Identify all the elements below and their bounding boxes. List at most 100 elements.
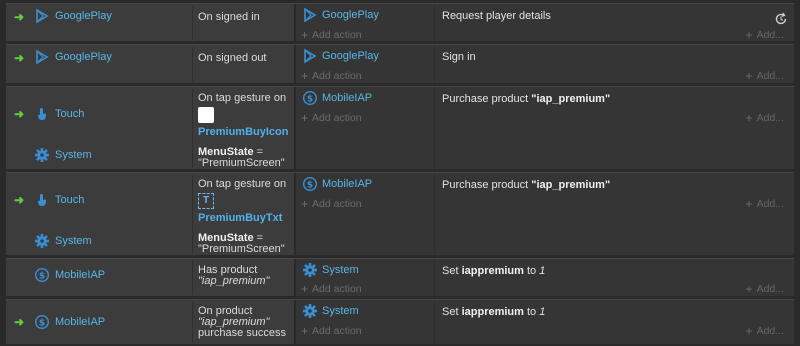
svg-text:$: $ <box>307 95 313 105</box>
condition-target-object[interactable]: PremiumBuyIcon <box>198 126 288 138</box>
condition-object-name: System <box>55 235 92 247</box>
event-block-3[interactable]: ➜ Touch System On tap gesture on Premium… <box>6 86 794 169</box>
event-block-5[interactable]: $ MobileIAP Has product "iap_premium" Sy… <box>6 258 794 296</box>
action-object-system[interactable]: System <box>302 263 434 277</box>
action-object-system[interactable]: System <box>302 304 434 318</box>
add-more-label: Add... <box>756 29 784 41</box>
touch-icon <box>38 194 46 206</box>
action-text[interactable]: Sign in <box>442 50 476 64</box>
add-action-button[interactable]: + Add action <box>301 111 362 125</box>
add-more-label: Add... <box>756 325 784 337</box>
add-action-button[interactable]: + Add action <box>301 324 362 338</box>
action-object-mobileiap[interactable]: $ MobileIAP <box>302 90 434 106</box>
plus-icon: + <box>745 324 753 338</box>
event-block-2[interactable]: ➜ GooglePlay On signed out GooglePlay Si… <box>6 44 794 83</box>
condition-target-object[interactable]: PremiumBuyTxt <box>198 212 282 224</box>
svg-text:$: $ <box>307 181 313 191</box>
mobileiap-icon: $ <box>302 90 318 106</box>
add-action-button[interactable]: + Add action <box>301 28 362 42</box>
condition-text[interactable]: On tap gesture on T PremiumBuyTxt MenuSt… <box>192 175 294 255</box>
action-param: "iap_premium" <box>531 93 611 105</box>
action-label: Request player details <box>442 10 551 22</box>
condition-object-touch[interactable]: Touch <box>34 192 84 208</box>
condition-text[interactable]: On product "iap_premium" purchase succes… <box>192 302 294 343</box>
add-action-label: Add action <box>312 325 362 337</box>
add-action-button[interactable]: + Add action <box>301 69 362 83</box>
actions-column: $ MobileIAP Purchase product "iap_premiu… <box>294 87 794 169</box>
action-label: Set <box>442 265 462 277</box>
action-label: Purchase product <box>442 93 532 105</box>
conditions-column: $ MobileIAP Has product "iap_premium" <box>6 259 294 296</box>
condition-object-system[interactable]: System <box>34 233 92 249</box>
trigger-arrow-icon: ➜ <box>14 51 25 65</box>
event-block-6[interactable]: ➜ $ MobileIAP On product "iap_premium" p… <box>6 299 794 344</box>
condition-object-system[interactable]: System <box>34 147 92 163</box>
condition-text[interactable]: On tap gesture on PremiumBuyIcon MenuSta… <box>192 89 294 169</box>
action-text[interactable]: Set iappremium to 1 <box>442 264 545 278</box>
add-more-button[interactable]: + Add... <box>746 282 784 296</box>
condition-text[interactable]: On signed in <box>192 6 294 40</box>
conditions-column: ➜ $ MobileIAP On product "iap_premium" p… <box>6 300 294 344</box>
action-connector: to <box>523 265 540 277</box>
action-object-googleplay[interactable]: GooglePlay <box>302 7 434 23</box>
add-more-button[interactable]: + Add... <box>746 69 784 83</box>
actions-column: System Set iappremium to 1 + Add action +… <box>294 259 794 296</box>
event-block-4[interactable]: ➜ Touch System On tap gesture on T Premi… <box>6 172 794 255</box>
add-action-button[interactable]: + Add action <box>301 197 362 211</box>
gear-icon <box>35 234 49 248</box>
action-object-name: System <box>322 305 359 317</box>
condition-compare[interactable]: MenuState = "PremiumScreen" <box>198 147 290 169</box>
gear-icon <box>303 304 317 318</box>
action-label: Purchase product <box>442 179 532 191</box>
action-divider <box>434 300 435 344</box>
action-text[interactable]: Request player details <box>442 9 551 23</box>
condition-text[interactable]: On signed out <box>192 47 294 82</box>
condition-object-mobileiap[interactable]: $ MobileIAP <box>34 314 105 330</box>
condition-object-mobileiap[interactable]: $ MobileIAP <box>34 267 105 283</box>
reload-icon[interactable] <box>774 12 788 26</box>
plus-icon: + <box>745 111 753 125</box>
condition-object-googleplay[interactable]: GooglePlay <box>34 49 112 65</box>
add-action-button[interactable]: + Add action <box>301 282 362 296</box>
plus-icon: + <box>745 197 753 211</box>
action-divider <box>434 173 435 255</box>
event-sheet: ➜ GooglePlay On signed in GooglePlay Req… <box>0 0 800 346</box>
googleplay-icon <box>36 8 49 24</box>
conditions-column: ➜ GooglePlay On signed out <box>6 45 294 83</box>
touch-icon <box>38 108 46 120</box>
gear-icon <box>35 148 49 162</box>
trigger-arrow-icon: ➜ <box>14 193 25 207</box>
condition-object-name: MobileIAP <box>55 269 106 281</box>
action-label: Sign in <box>442 51 476 63</box>
compare-value: "PremiumScreen" <box>198 243 285 255</box>
plus-icon: + <box>301 282 309 296</box>
add-more-button[interactable]: + Add... <box>746 28 784 42</box>
condition-object-googleplay[interactable]: GooglePlay <box>34 8 112 24</box>
action-text[interactable]: Purchase product "iap_premium" <box>442 92 610 106</box>
condition-label: On tap gesture on <box>198 178 287 190</box>
action-text[interactable]: Purchase product "iap_premium" <box>442 178 610 192</box>
mobileiap-icon: $ <box>34 314 50 330</box>
trigger-arrow-icon: ➜ <box>14 10 25 24</box>
text-object-icon: T <box>198 193 214 209</box>
condition-object-name: Touch <box>55 194 85 206</box>
action-label: Set <box>442 306 462 318</box>
sprite-thumbnail-icon <box>198 107 214 123</box>
add-more-button[interactable]: + Add... <box>746 324 784 338</box>
add-more-label: Add... <box>756 198 784 210</box>
add-more-button[interactable]: + Add... <box>746 111 784 125</box>
conditions-column: ➜ GooglePlay On signed in <box>6 4 294 41</box>
action-connector: to <box>523 306 540 318</box>
action-object-name: GooglePlay <box>322 9 379 21</box>
action-object-mobileiap[interactable]: $ MobileIAP <box>302 176 434 192</box>
event-block-1[interactable]: ➜ GooglePlay On signed in GooglePlay Req… <box>6 3 794 42</box>
action-object-name: System <box>322 264 359 276</box>
add-more-button[interactable]: + Add... <box>746 197 784 211</box>
condition-label: On signed in <box>198 11 260 23</box>
condition-compare[interactable]: MenuState = "PremiumScreen" <box>198 233 290 255</box>
condition-text[interactable]: Has product "iap_premium" <box>192 261 294 295</box>
condition-object-touch[interactable]: Touch <box>34 106 84 122</box>
action-object-googleplay[interactable]: GooglePlay <box>302 48 434 64</box>
action-text[interactable]: Set iappremium to 1 <box>442 305 545 319</box>
add-action-label: Add action <box>312 70 362 82</box>
